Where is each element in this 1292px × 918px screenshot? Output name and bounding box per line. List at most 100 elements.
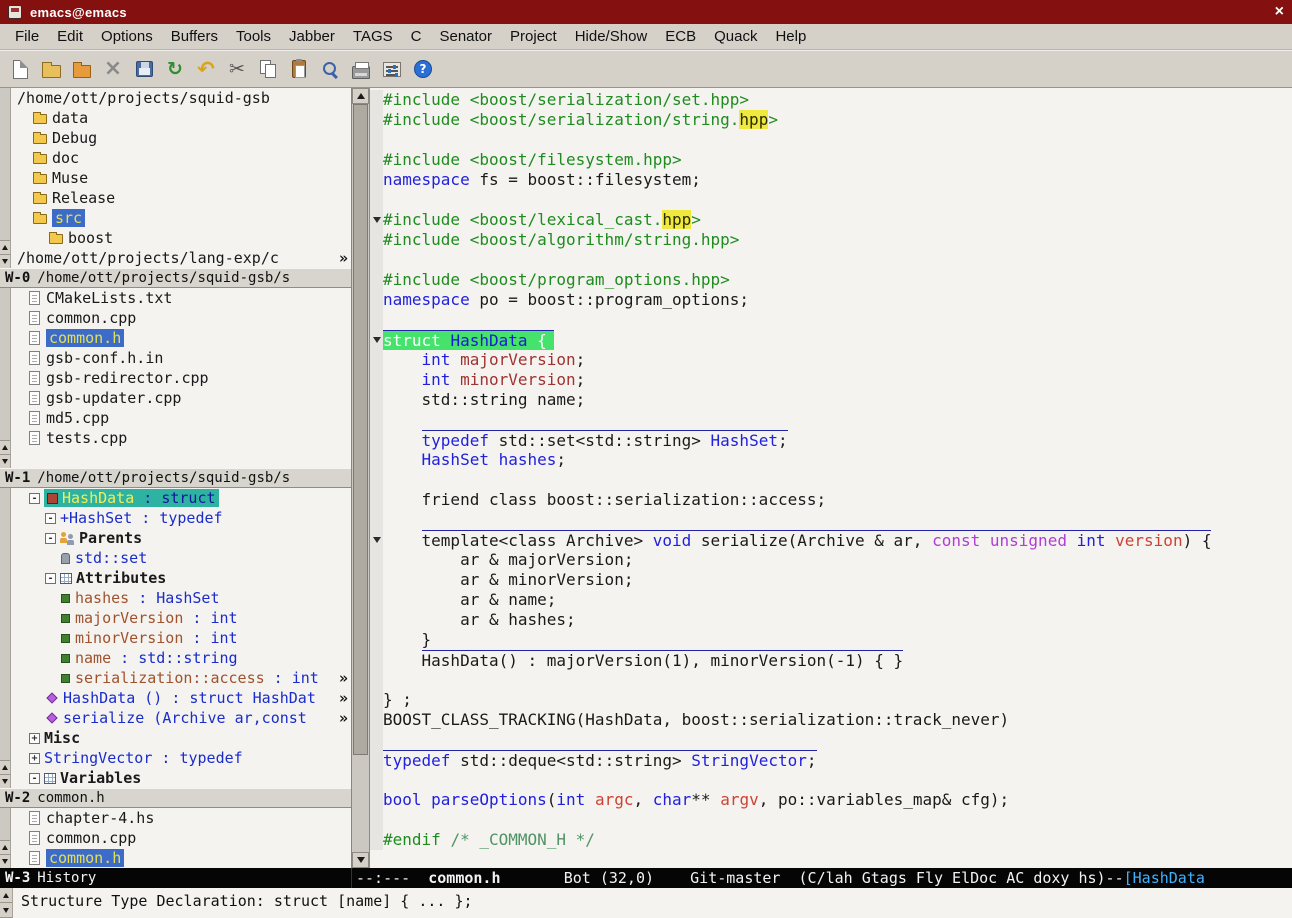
expand-toggle[interactable]: - xyxy=(45,512,56,524)
source-item[interactable]: md5.cpp xyxy=(25,408,351,428)
code-line[interactable]: template<class Archive> void serialize(A… xyxy=(370,530,1292,550)
scroll-down-button[interactable] xyxy=(352,852,369,868)
expand-toggle[interactable]: + xyxy=(29,752,40,764)
copy-button[interactable] xyxy=(254,53,282,85)
code-line[interactable]: } ; xyxy=(370,690,1292,710)
history-scrollbar[interactable] xyxy=(0,808,11,868)
source-item[interactable]: gsb-conf.h.in xyxy=(25,348,351,368)
method-item[interactable]: + Misc xyxy=(25,728,351,748)
scroll-up-button[interactable] xyxy=(352,88,369,104)
method-item[interactable]: - Parents xyxy=(25,528,351,548)
method-item[interactable]: majorVersion : int xyxy=(25,608,351,628)
method-item[interactable]: + StringVector : typedef xyxy=(25,748,351,768)
dired-folder-button[interactable] xyxy=(68,53,96,85)
scrollbar-track[interactable] xyxy=(0,808,10,840)
code-line[interactable] xyxy=(370,730,1292,750)
editor-scrollbar[interactable] xyxy=(352,88,370,868)
preferences-button[interactable] xyxy=(378,53,406,85)
menu-item-buffers[interactable]: Buffers xyxy=(162,26,227,47)
paste-button[interactable] xyxy=(285,53,313,85)
methods-scrollbar[interactable] xyxy=(0,488,11,788)
method-item[interactable]: hashes : HashSet xyxy=(25,588,351,608)
scroll-down-button[interactable] xyxy=(0,774,10,788)
window-menu-icon[interactable] xyxy=(8,5,22,19)
expand-toggle[interactable]: - xyxy=(29,772,40,784)
menu-item-c[interactable]: C xyxy=(402,26,431,47)
method-item[interactable]: HashData () : struct HashDat » xyxy=(25,688,351,708)
menu-item-quack[interactable]: Quack xyxy=(705,26,766,47)
sources-scrollbar[interactable] xyxy=(0,288,11,468)
code-line[interactable] xyxy=(370,130,1292,150)
code-line[interactable]: typedef std::set<std::string> HashSet; xyxy=(370,430,1292,450)
close-button[interactable]: × xyxy=(1264,1,1284,23)
directories-scrollbar[interactable] xyxy=(0,88,11,268)
undo-button[interactable] xyxy=(192,53,220,85)
source-item[interactable]: common.cpp xyxy=(25,308,351,328)
menu-item-senator[interactable]: Senator xyxy=(430,26,501,47)
directory-item[interactable]: /home/ott/projects/squid-gsb xyxy=(13,88,351,108)
scrollbar-track[interactable] xyxy=(353,104,368,852)
method-item[interactable]: - Variables xyxy=(25,768,351,788)
code-line[interactable] xyxy=(370,670,1292,690)
history-item[interactable]: common.cpp xyxy=(25,828,351,848)
code-line[interactable]: #endif /* _COMMON_H */ xyxy=(370,830,1292,850)
revert-button[interactable] xyxy=(161,53,189,85)
menu-item-edit[interactable]: Edit xyxy=(48,26,92,47)
history-item[interactable]: common.h xyxy=(25,848,351,868)
expand-toggle[interactable]: + xyxy=(29,732,40,744)
scrollbar-track[interactable] xyxy=(0,88,10,240)
code-line[interactable]: #include <boost/serialization/set.hpp> xyxy=(370,90,1292,110)
scrollbar-thumb[interactable] xyxy=(353,104,368,755)
code-line[interactable]: std::string name; xyxy=(370,390,1292,410)
code-line[interactable]: #include <boost/filesystem.hpp> xyxy=(370,150,1292,170)
editor-window[interactable]: #include <boost/serialization/set.hpp> #i… xyxy=(370,88,1292,868)
code-line[interactable] xyxy=(370,250,1292,270)
scroll-up-button[interactable] xyxy=(0,840,10,854)
method-item[interactable]: - HashData : struct xyxy=(25,488,351,508)
source-item[interactable]: CMakeLists.txt xyxy=(25,288,351,308)
cut-button[interactable] xyxy=(223,53,251,85)
echo-area[interactable]: Structure Type Declaration: struct [name… xyxy=(13,888,1292,918)
scroll-up-button[interactable] xyxy=(0,240,10,254)
code-line[interactable] xyxy=(370,410,1292,430)
method-item[interactable]: std::set xyxy=(25,548,351,568)
minibuffer-scrollbar[interactable] xyxy=(0,888,13,918)
directory-item[interactable]: Muse xyxy=(13,168,351,188)
code-line[interactable]: } xyxy=(370,630,1292,650)
menu-item-file[interactable]: File xyxy=(6,26,48,47)
code-line[interactable]: ar & majorVersion; xyxy=(370,550,1292,570)
menu-item-help[interactable]: Help xyxy=(766,26,815,47)
save-button[interactable] xyxy=(130,53,158,85)
code-line[interactable]: ar & minorVersion; xyxy=(370,570,1292,590)
code-line[interactable]: int majorVersion; xyxy=(370,350,1292,370)
scroll-up-button[interactable] xyxy=(0,760,10,774)
menu-item-project[interactable]: Project xyxy=(501,26,566,47)
menu-item-jabber[interactable]: Jabber xyxy=(280,26,344,47)
scroll-down-button[interactable] xyxy=(0,454,10,468)
new-file-button[interactable] xyxy=(6,53,34,85)
directory-item[interactable]: /home/ott/projects/lang-exp/c » xyxy=(13,248,351,268)
scroll-up-button[interactable] xyxy=(0,888,12,903)
code-line[interactable]: #include <boost/lexical_cast.hpp> xyxy=(370,210,1292,230)
method-item[interactable]: minorVersion : int xyxy=(25,628,351,648)
open-folder-button[interactable] xyxy=(37,53,65,85)
scrollbar-track[interactable] xyxy=(0,288,10,440)
code-line[interactable]: namespace fs = boost::filesystem; xyxy=(370,170,1292,190)
menu-item-tags[interactable]: TAGS xyxy=(344,26,402,47)
code-line[interactable]: int minorVersion; xyxy=(370,370,1292,390)
method-item[interactable]: - +HashSet : typedef xyxy=(25,508,351,528)
method-item[interactable]: name : std::string xyxy=(25,648,351,668)
directory-item[interactable]: doc xyxy=(13,148,351,168)
scroll-down-button[interactable] xyxy=(0,903,12,918)
code-line[interactable] xyxy=(370,310,1292,330)
title-bar[interactable]: emacs@emacs × xyxy=(0,0,1292,24)
code-line[interactable]: struct HashData { xyxy=(370,330,1292,350)
code-line[interactable] xyxy=(370,510,1292,530)
code-line[interactable]: typedef std::deque<std::string> StringVe… xyxy=(370,750,1292,770)
menu-item-ecb[interactable]: ECB xyxy=(656,26,705,47)
method-item[interactable]: serialize (Archive ar,const » xyxy=(25,708,351,728)
history-item[interactable]: chapter-4.hs xyxy=(25,808,351,828)
menu-item-options[interactable]: Options xyxy=(92,26,162,47)
scrollbar-track[interactable] xyxy=(0,488,10,760)
code-line[interactable] xyxy=(370,770,1292,790)
